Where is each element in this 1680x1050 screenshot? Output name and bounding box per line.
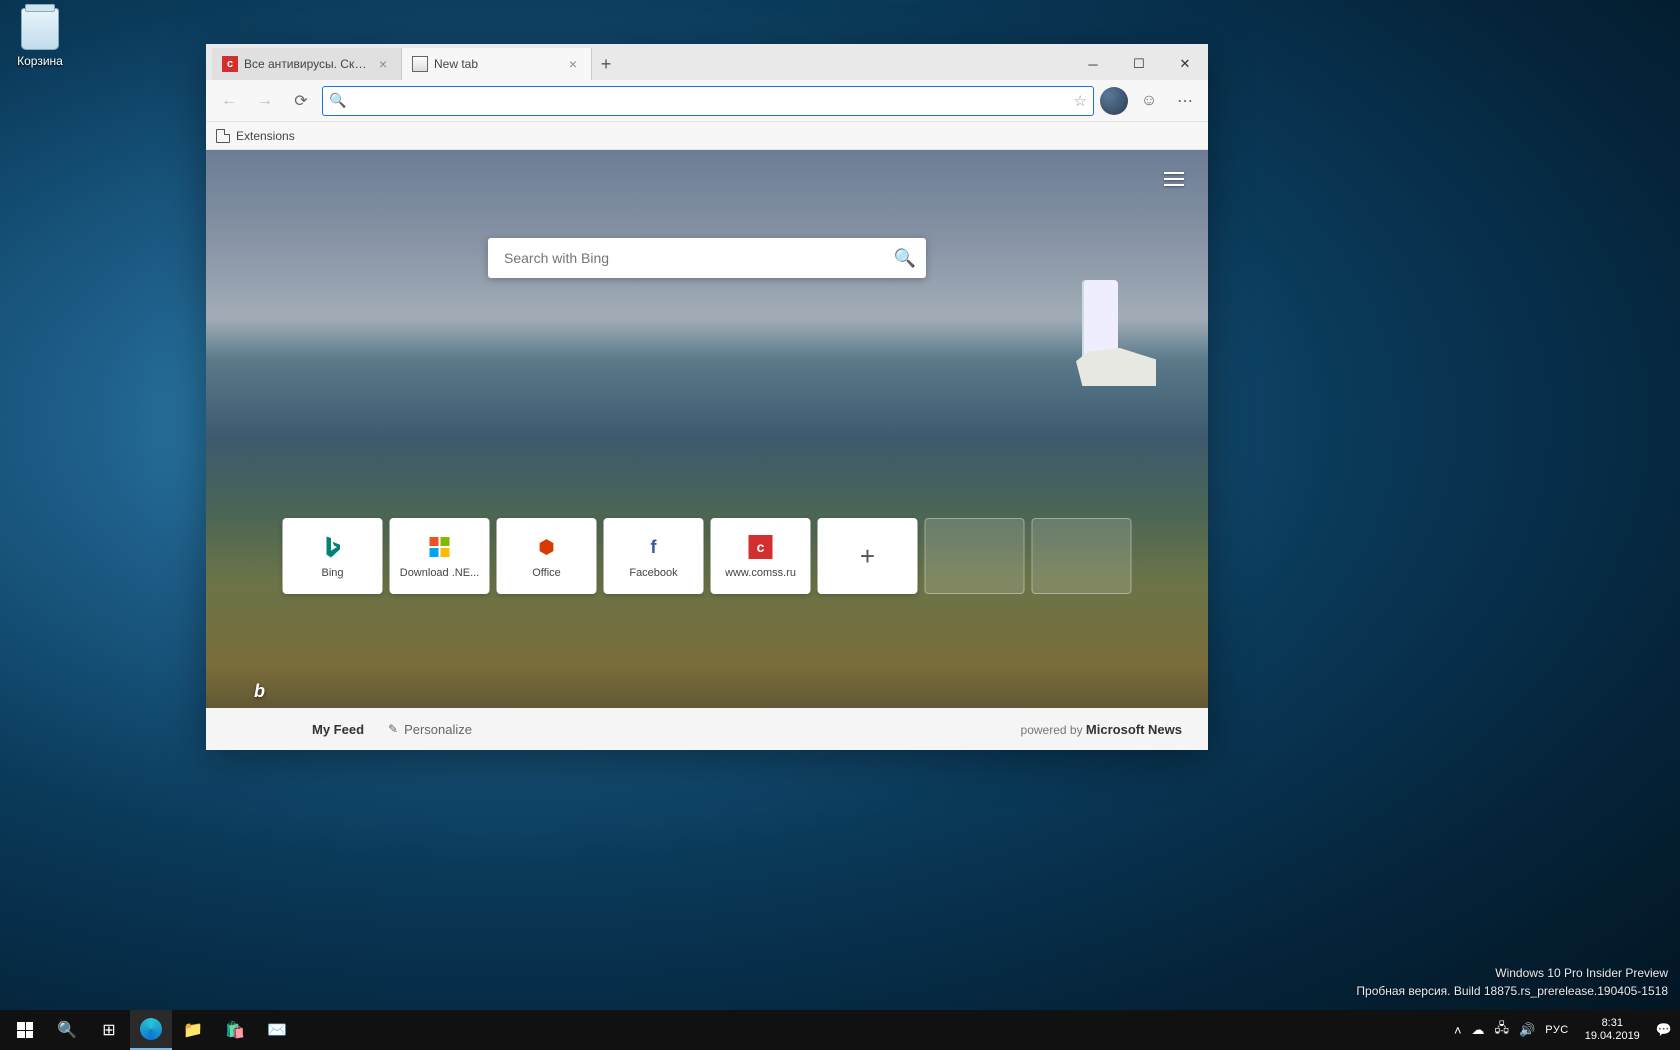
bing-search-input[interactable] <box>504 250 894 266</box>
favorites-bar: Extensions <box>206 122 1208 150</box>
back-button[interactable]: ← <box>214 86 244 116</box>
comss-icon: c <box>747 533 775 561</box>
window-controls: ─ ☐ ✕ <box>1070 48 1208 80</box>
microsoft-icon <box>426 533 454 561</box>
close-tab-icon[interactable]: × <box>565 56 581 72</box>
tile-label: Office <box>532 567 561 579</box>
onedrive-icon[interactable]: ☁ <box>1472 1022 1485 1038</box>
clock-date: 19.04.2019 <box>1585 1030 1640 1043</box>
extensions-link[interactable]: Extensions <box>236 129 295 143</box>
refresh-button[interactable]: ⟳ <box>286 86 316 116</box>
feedback-button[interactable]: ☺ <box>1134 86 1164 116</box>
edge-browser-window: c Все антивирусы. Скачать беспл... × New… <box>206 44 1208 750</box>
pencil-icon: ✎ <box>388 722 398 736</box>
search-button[interactable]: 🔍 <box>46 1010 88 1050</box>
favicon-comss-icon: c <box>222 56 238 72</box>
page-settings-button[interactable] <box>1164 168 1184 190</box>
edge-icon <box>140 1018 162 1040</box>
system-tray: ˄ ☁ 🖧 🔊 РУС 8:31 19.04.2019 💬 <box>1454 1017 1676 1043</box>
favorite-star-icon[interactable]: ☆ <box>1074 92 1087 110</box>
close-window-button[interactable]: ✕ <box>1162 48 1208 80</box>
search-icon: 🔍 <box>329 92 346 109</box>
tile-facebook[interactable]: f Facebook <box>604 518 704 594</box>
tile-download-net[interactable]: Download .NE... <box>390 518 490 594</box>
tab-strip: c Все антивирусы. Скачать беспл... × New… <box>206 48 620 80</box>
taskbar-app-store[interactable]: 🛍️ <box>214 1010 256 1050</box>
extensions-icon <box>216 129 230 143</box>
powered-prefix: powered by <box>1021 723 1086 737</box>
watermark-line1: Windows 10 Pro Insider Preview <box>1356 964 1668 982</box>
search-submit-icon[interactable]: 🔍 <box>894 248 916 269</box>
add-tile-button[interactable]: + <box>818 518 918 594</box>
tab-newtab[interactable]: New tab × <box>402 48 592 80</box>
nav-toolbar: ← → ⟳ 🔍 ☆ ☺ ⋯ <box>206 80 1208 122</box>
forward-button[interactable]: → <box>250 86 280 116</box>
quick-links: Bing Download .NE... ⬢ Office f Facebook… <box>283 518 1132 594</box>
powered-brand: Microsoft News <box>1086 722 1182 737</box>
newtab-content: 🔍 Bing Download .NE... ⬢ Office f Facebo… <box>206 150 1208 750</box>
watermark-line2: Пробная версия. Build 18875.rs_prereleas… <box>1356 982 1668 1000</box>
profile-button[interactable] <box>1100 87 1128 115</box>
tab-title: Все антивирусы. Скачать беспл... <box>244 57 369 71</box>
maximize-button[interactable]: ☐ <box>1116 48 1162 80</box>
recycle-bin-label: Корзина <box>17 54 63 68</box>
favicon-newtab-icon <box>412 56 428 72</box>
tray-overflow-icon[interactable]: ˄ <box>1454 1023 1462 1038</box>
bing-logo: b <box>254 681 265 702</box>
bing-icon <box>319 533 347 561</box>
personalize-link[interactable]: ✎ Personalize <box>388 722 472 737</box>
tile-office[interactable]: ⬢ Office <box>497 518 597 594</box>
volume-icon[interactable]: 🔊 <box>1519 1022 1535 1038</box>
empty-tile[interactable] <box>1032 518 1132 594</box>
close-tab-icon[interactable]: × <box>375 56 391 72</box>
taskbar-app-mail[interactable]: ✉️ <box>256 1010 298 1050</box>
settings-menu-button[interactable]: ⋯ <box>1170 86 1200 116</box>
recycle-bin-icon <box>21 8 59 50</box>
address-input[interactable] <box>352 93 1073 108</box>
empty-tile[interactable] <box>925 518 1025 594</box>
powered-by: powered by Microsoft News <box>1021 722 1182 737</box>
tile-label: Bing <box>321 567 343 579</box>
tile-comss[interactable]: c www.comss.ru <box>711 518 811 594</box>
windows-icon <box>17 1022 33 1038</box>
minimize-button[interactable]: ─ <box>1070 48 1116 80</box>
clock[interactable]: 8:31 19.04.2019 <box>1579 1017 1646 1043</box>
recycle-bin[interactable]: Корзина <box>10 8 70 70</box>
tile-label: Download .NE... <box>400 567 479 579</box>
titlebar: c Все антивирусы. Скачать беспл... × New… <box>206 44 1208 80</box>
task-view-button[interactable]: ⊞ <box>88 1010 130 1050</box>
bing-search-box[interactable]: 🔍 <box>488 238 926 278</box>
my-feed-link[interactable]: My Feed <box>312 722 364 737</box>
action-center-icon[interactable]: 💬 <box>1656 1022 1672 1038</box>
tile-label: www.comss.ru <box>725 567 796 579</box>
taskbar-app-edge[interactable] <box>130 1010 172 1050</box>
new-tab-button[interactable]: + <box>592 48 620 80</box>
personalize-label: Personalize <box>404 722 472 737</box>
taskbar-app-explorer[interactable]: 📁 <box>172 1010 214 1050</box>
taskbar: 🔍 ⊞ 📁 🛍️ ✉️ ˄ ☁ 🖧 🔊 РУС 8:31 19.04.2019 … <box>0 1010 1680 1050</box>
tab-comss[interactable]: c Все антивирусы. Скачать беспл... × <box>212 48 402 80</box>
network-icon[interactable]: 🖧 <box>1495 1019 1510 1041</box>
language-indicator[interactable]: РУС <box>1545 1024 1569 1036</box>
tile-label: Facebook <box>629 567 677 579</box>
office-icon: ⬢ <box>533 533 561 561</box>
facebook-icon: f <box>640 533 668 561</box>
start-button[interactable] <box>4 1010 46 1050</box>
clock-time: 8:31 <box>1585 1017 1640 1030</box>
windows-watermark: Windows 10 Pro Insider Preview Пробная в… <box>1356 964 1668 1000</box>
newtab-footer: My Feed ✎ Personalize powered by Microso… <box>206 708 1208 750</box>
address-bar[interactable]: 🔍 ☆ <box>322 86 1094 116</box>
tab-title: New tab <box>434 57 559 71</box>
tile-bing[interactable]: Bing <box>283 518 383 594</box>
